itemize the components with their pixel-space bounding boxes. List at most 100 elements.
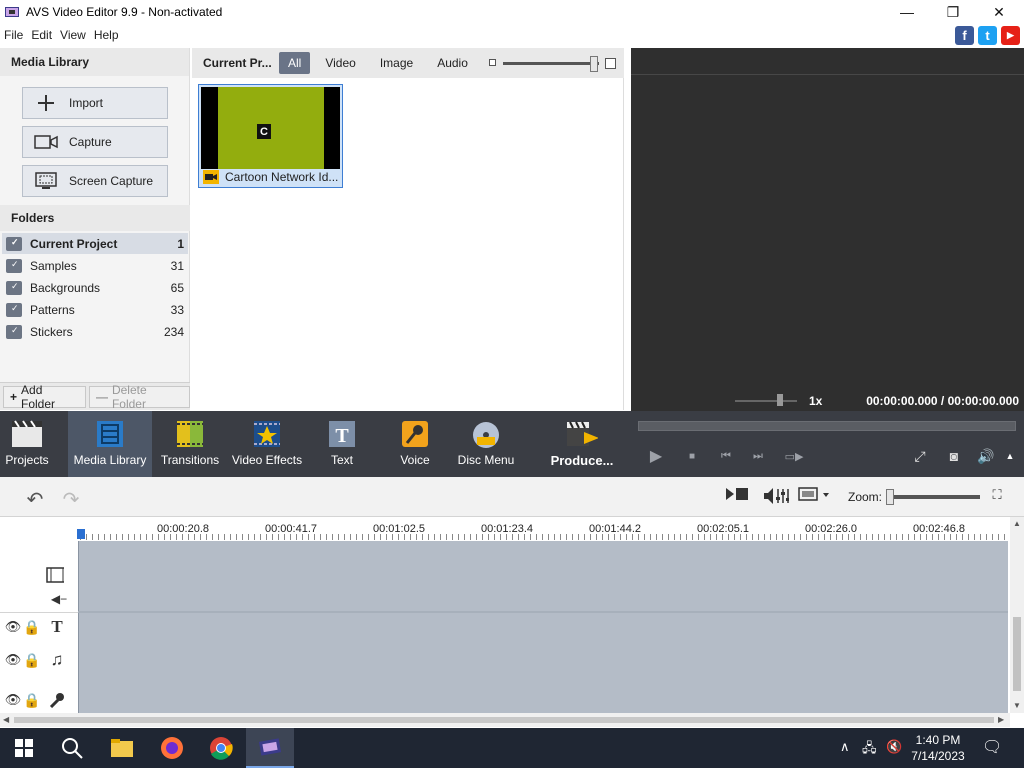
playback-speed-slider[interactable] xyxy=(735,400,797,402)
playhead[interactable] xyxy=(77,529,85,539)
avs-video-editor-taskbar-button[interactable] xyxy=(246,728,294,768)
filter-tab-audio[interactable]: Audio xyxy=(428,52,477,74)
tool-disc-menu[interactable]: Disc Menu xyxy=(456,411,516,477)
maximize-button[interactable]: ❐ xyxy=(930,0,976,24)
media-filter-bar: Current Pr... All Video Image Audio xyxy=(192,48,624,78)
tool-text[interactable]: T Text xyxy=(318,411,366,477)
folder-count: 1 xyxy=(177,236,184,251)
filter-tab-all[interactable]: All xyxy=(279,52,311,74)
tool-video-effects[interactable]: Video Effects xyxy=(232,411,302,477)
delete-folder-button[interactable]: — Delete Folder xyxy=(88,383,190,411)
folder-count: 31 xyxy=(170,258,184,273)
import-button[interactable]: Import xyxy=(22,87,168,119)
windows-icon xyxy=(15,739,33,757)
twitter-icon[interactable]: t xyxy=(978,26,997,45)
add-folder-button[interactable]: + Add Folder xyxy=(3,383,86,411)
zoom-slider-thumb[interactable] xyxy=(886,489,894,505)
menu-view[interactable]: View xyxy=(56,28,90,42)
capture-button[interactable]: Capture xyxy=(22,126,168,158)
tool-projects[interactable]: Projects xyxy=(0,411,54,477)
snapshot-icon[interactable]: ◙ xyxy=(944,447,964,465)
close-button[interactable]: ✕ xyxy=(976,0,1022,24)
eye-icon[interactable]: 👁 xyxy=(4,691,22,709)
folder-icon xyxy=(111,739,133,757)
timeline-horizontal-scrollbar[interactable]: ◀ ▶ xyxy=(0,713,1010,727)
storyboard-toggle-icon[interactable] xyxy=(724,487,750,501)
notification-icon[interactable]: 🗨 xyxy=(982,737,1002,757)
timeline-vertical-scrollbar[interactable]: ▲ ▼ xyxy=(1010,517,1024,713)
tool-transitions[interactable]: Transitions xyxy=(161,411,219,477)
screen-capture-label: Screen Capture xyxy=(69,174,154,188)
redo-icon[interactable]: ↷ xyxy=(58,487,84,512)
youtube-icon[interactable]: ▶ xyxy=(1001,26,1020,45)
thumbnail-large-icon[interactable] xyxy=(605,58,616,69)
lock-icon[interactable]: 🔒 xyxy=(23,651,41,669)
eye-icon[interactable]: 👁 xyxy=(4,618,22,636)
menu-help[interactable]: Help xyxy=(90,28,123,42)
media-thumbnail: C xyxy=(201,87,340,169)
media-item[interactable]: C Cartoon Network Id... xyxy=(198,84,343,188)
menu-file[interactable]: File xyxy=(0,28,27,42)
video-effects-icon xyxy=(251,419,283,449)
ruler-label: 00:00:41.7 xyxy=(265,523,317,535)
aspect-ratio-dropdown[interactable] xyxy=(798,487,832,503)
folder-patterns[interactable]: Patterns 33 xyxy=(2,299,188,320)
folder-current-project[interactable]: Current Project 1 xyxy=(2,233,188,254)
transitions-icon xyxy=(174,419,206,449)
folder-stickers[interactable]: Stickers 234 xyxy=(2,321,188,342)
lock-icon[interactable]: 🔒 xyxy=(23,691,41,709)
split-icon[interactable]: ▭▶ xyxy=(784,447,804,465)
thumbnail-size-thumb[interactable] xyxy=(590,56,598,72)
video-camera-icon xyxy=(203,170,219,184)
plus-icon: + xyxy=(10,389,18,404)
file-explorer-button[interactable] xyxy=(98,728,146,768)
tool-media-library[interactable]: Media Library xyxy=(68,411,152,477)
system-clock[interactable]: 1:40 PM 7/14/2023 xyxy=(908,732,968,764)
volume-icon[interactable]: 🔊 xyxy=(976,447,996,465)
volume-up-arrow-icon[interactable]: ▲ xyxy=(1000,447,1020,465)
media-library-panel: Media Library Import Capture Screen Capt… xyxy=(0,48,190,411)
chrome-button[interactable] xyxy=(197,728,245,768)
produce-icon xyxy=(566,419,598,449)
window-title: AVS Video Editor 9.9 - Non-activated xyxy=(26,5,223,19)
playback-speed-thumb[interactable] xyxy=(777,394,783,406)
tool-produce[interactable]: Produce... xyxy=(546,411,618,477)
network-icon[interactable]: 🖧 xyxy=(862,739,877,761)
folder-backgrounds[interactable]: Backgrounds 65 xyxy=(2,277,188,298)
stop-icon[interactable]: ■ xyxy=(682,447,702,465)
play-icon[interactable]: ▶ xyxy=(646,447,666,465)
filter-tab-video[interactable]: Video xyxy=(316,52,364,74)
mute-icon[interactable]: ◀− xyxy=(50,590,68,608)
volume-muted-icon[interactable]: 🔇 xyxy=(886,739,902,755)
timeline-ruler[interactable]: 00:00:20.8 00:00:41.7 00:01:02.5 00:01:2… xyxy=(0,517,1010,541)
menu-edit[interactable]: Edit xyxy=(27,28,56,42)
search-button[interactable] xyxy=(48,728,96,768)
start-button[interactable] xyxy=(0,728,48,768)
cartoon-network-logo: C xyxy=(257,124,271,139)
media-caption-text: Cartoon Network Id... xyxy=(225,170,339,184)
zoom-slider[interactable] xyxy=(886,495,980,499)
next-frame-icon[interactable]: ⏭ xyxy=(748,447,768,465)
facebook-icon[interactable]: f xyxy=(955,26,974,45)
minimize-button[interactable]: — xyxy=(884,0,930,24)
playback-progress-bar[interactable] xyxy=(638,421,1016,431)
track-area[interactable] xyxy=(78,541,1008,713)
show-hidden-icons[interactable]: ∧ xyxy=(840,739,850,755)
thumbnail-size-slider[interactable] xyxy=(503,62,599,65)
camera-icon xyxy=(23,134,69,150)
tool-voice[interactable]: Voice xyxy=(390,411,440,477)
filter-tab-image[interactable]: Image xyxy=(371,52,422,74)
thumbnail-small-icon[interactable] xyxy=(489,59,496,66)
lock-icon[interactable]: 🔒 xyxy=(23,618,41,636)
folder-count: 65 xyxy=(170,280,184,295)
previous-frame-icon[interactable]: ⏮ xyxy=(716,447,736,465)
eye-icon[interactable]: 👁 xyxy=(4,651,22,669)
fullscreen-icon[interactable]: ⤢ xyxy=(910,447,930,465)
firefox-button[interactable] xyxy=(148,728,196,768)
folder-samples[interactable]: Samples 31 xyxy=(2,255,188,276)
disc-icon xyxy=(470,419,502,449)
screen-capture-button[interactable]: Screen Capture xyxy=(22,165,168,197)
undo-icon[interactable]: ↶ xyxy=(22,487,48,512)
audio-mixer-icon[interactable] xyxy=(762,487,790,505)
fit-to-window-icon[interactable]: ⛶ xyxy=(988,487,1006,503)
